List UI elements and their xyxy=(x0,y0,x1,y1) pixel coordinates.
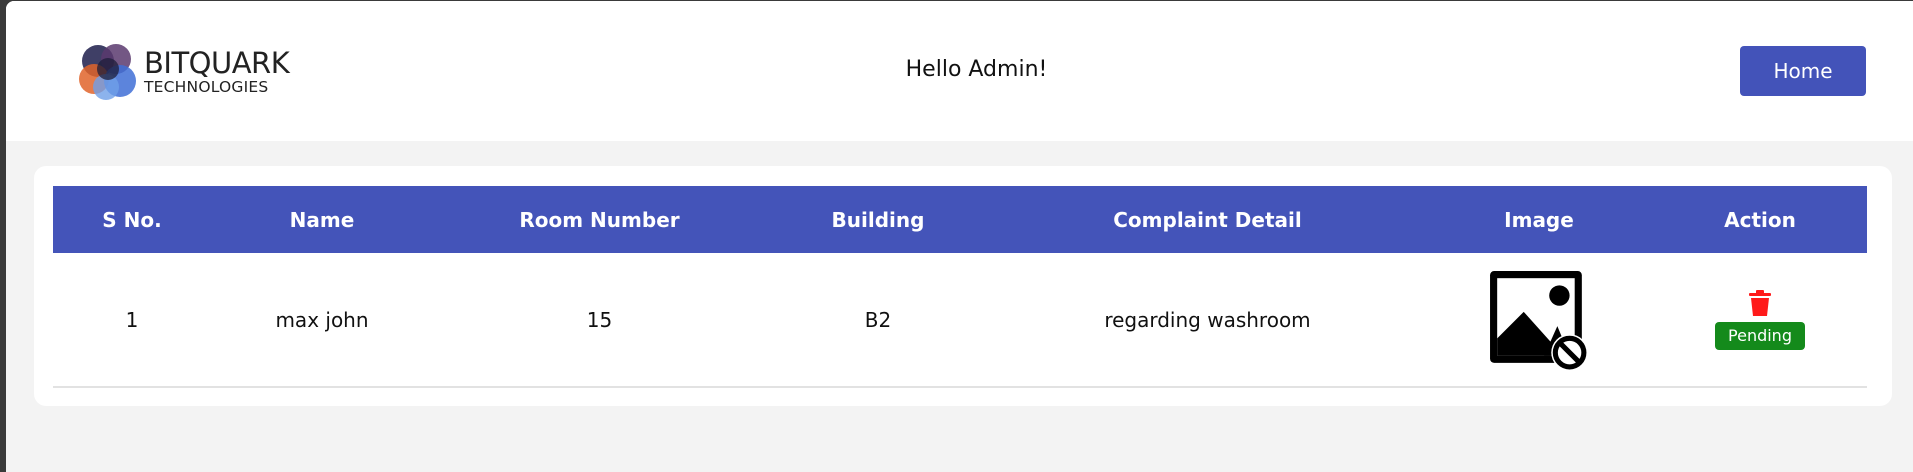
trash-icon[interactable] xyxy=(1749,289,1771,316)
complaints-card: S No. Name Room Number Building Complain… xyxy=(34,166,1892,406)
cell-action: Pending xyxy=(1653,253,1867,386)
broken-image-icon[interactable] xyxy=(1488,269,1590,371)
cell-room: 15 xyxy=(586,307,613,332)
column-header-action: Action xyxy=(1724,207,1796,232)
logo-subtitle: TECHNOLOGIES xyxy=(144,77,269,96)
top-navbar: BITQUARK TECHNOLOGIES Hello Admin! Home xyxy=(6,1,1913,141)
status-badge[interactable]: Pending xyxy=(1715,321,1805,350)
table-row: 1 max john 15 B2 regarding washroom Pend… xyxy=(53,253,1867,388)
cell-sno: 1 xyxy=(125,307,139,332)
column-header-image: Image xyxy=(1504,207,1574,232)
app-window: BITQUARK TECHNOLOGIES Hello Admin! Home … xyxy=(6,1,1913,472)
cell-building: B2 xyxy=(864,307,892,332)
column-header-detail: Complaint Detail xyxy=(1113,207,1302,232)
greeting-text: Hello Admin! xyxy=(905,57,1048,82)
column-header-room: Room Number xyxy=(519,207,680,232)
column-header-building: Building xyxy=(831,207,925,232)
home-button[interactable]: Home xyxy=(1740,46,1866,96)
cell-detail: regarding washroom xyxy=(1104,307,1311,332)
cell-name: max john xyxy=(275,307,369,332)
column-header-name: Name xyxy=(289,207,355,232)
table-header: S No. Name Room Number Building Complain… xyxy=(53,186,1867,253)
cell-image xyxy=(1425,253,1653,386)
column-header-sno: S No. xyxy=(102,207,162,232)
complaints-table: S No. Name Room Number Building Complain… xyxy=(53,186,1867,388)
